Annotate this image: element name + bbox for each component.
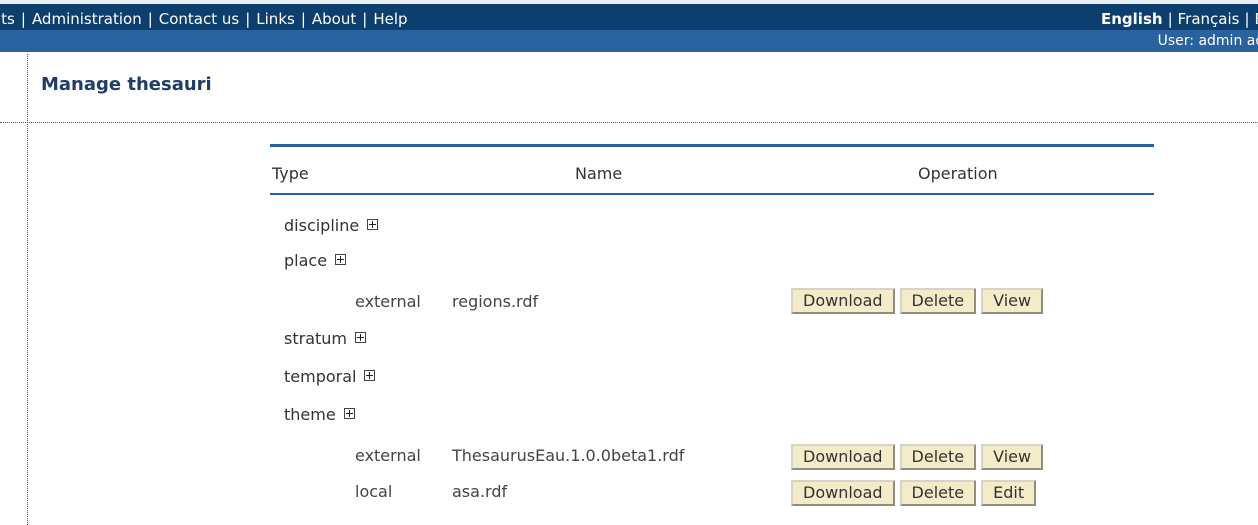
table-header: Type Name Operation [270,147,1154,195]
thesaurus-row: local asa.rdf Download Delete Edit [270,478,1154,508]
type-label: discipline [284,216,360,235]
type-row-temporal: temporal [284,367,376,386]
nav-separator: | [362,10,368,28]
view-button[interactable]: View [981,288,1044,314]
nav-separator: | [300,10,306,28]
top-navigation-bar: lts | Administration | Contact us | Links | Abou… [0,0,1258,30]
nav-link-about[interactable]: About [312,10,356,28]
language-switcher: English|Français|E [1101,10,1258,28]
type-label: temporal [284,367,357,386]
language-french[interactable]: Français [1178,10,1240,28]
nav-link-help[interactable]: Help [373,10,407,28]
delete-button[interactable]: Delete [899,480,977,506]
nav-link-contact[interactable]: Contact us [159,10,239,28]
column-header-operation: Operation [918,164,998,183]
language-other[interactable]: E [1255,10,1258,28]
left-dotted-divider [27,54,28,525]
operation-buttons: Download Delete View [791,288,1044,314]
column-header-type: Type [272,164,309,183]
thesaurus-name: ThesaurusEau.1.0.0beta1.rdf [452,446,685,465]
type-label: theme [284,405,336,424]
download-button[interactable]: Download [791,480,895,506]
delete-button[interactable]: Delete [899,288,977,314]
thesaurus-kind: external [355,292,421,311]
page-title: Manage thesauri [41,74,212,95]
delete-button[interactable]: Delete [899,444,977,470]
thesaurus-row: external regions.rdf Download Delete Vie… [270,288,1154,318]
expand-icon[interactable] [335,254,347,265]
type-row-place: place [284,251,347,270]
download-button[interactable]: Download [791,444,895,470]
expand-icon[interactable] [364,370,376,381]
expand-icon[interactable] [355,332,366,343]
thesaurus-row: external ThesaurusEau.1.0.0beta1.rdf Dow… [270,442,1154,472]
type-label: place [284,251,328,270]
operation-buttons: Download Delete View [791,444,1044,470]
title-dotted-divider [0,122,1258,123]
download-button[interactable]: Download [791,288,895,314]
type-row-theme: theme [284,405,355,424]
thesauri-table: Type Name Operation discipline place ext… [270,144,1154,506]
expand-icon[interactable] [343,408,355,419]
thesaurus-name: regions.rdf [452,292,539,311]
column-header-name: Name [575,164,623,183]
nav-separator: | [245,10,251,28]
type-row-stratum: stratum [284,329,366,348]
nav-link-links[interactable]: Links [256,10,295,28]
nav-link-administration[interactable]: Administration [32,10,142,28]
edit-button[interactable]: Edit [981,480,1037,506]
user-label: User: admin adr [1157,33,1258,49]
nav-separator: | [20,10,26,28]
operation-buttons: Download Delete Edit [791,480,1037,506]
language-english[interactable]: English [1101,10,1163,28]
language-separator: | [1167,10,1173,28]
thesaurus-kind: external [355,446,421,465]
nav-separator: | [147,10,153,28]
expand-icon[interactable] [367,219,379,230]
type-label: stratum [284,329,347,348]
thesaurus-name: asa.rdf [452,482,508,501]
main-nav: lts | Administration | Contact us | Links | Abou… [0,10,408,28]
user-bar: User: admin adr [0,30,1258,52]
view-button[interactable]: View [981,444,1044,470]
thesaurus-kind: local [355,482,393,501]
type-row-discipline: discipline [284,216,379,235]
language-separator: | [1244,10,1250,28]
nav-link-results[interactable]: lts [0,10,15,28]
